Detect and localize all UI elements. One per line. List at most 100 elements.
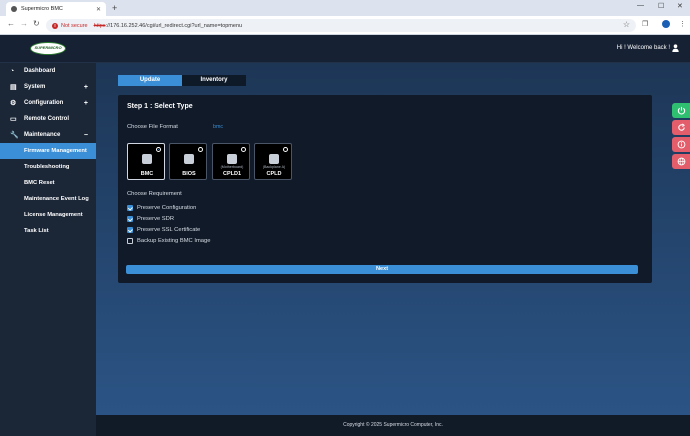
sidebar: ◔ Dashboard ▤ System + ⚙ Configuration +… — [0, 63, 96, 436]
sidebar-item-configuration[interactable]: ⚙ Configuration + — [0, 95, 96, 111]
firmware-type-cpld[interactable]: (Backplane A) CPLD — [254, 143, 292, 180]
speedometer-icon: ◔ — [10, 67, 15, 75]
welcome-text: Hi ! Welcome back ! — [616, 45, 670, 51]
profile-icon[interactable] — [662, 20, 670, 28]
firmware-type-label: BMC — [140, 171, 154, 177]
monitor-icon: ▭ — [10, 116, 17, 123]
info-icon — [677, 140, 685, 149]
sidebar-item-label: Maintenance — [24, 132, 61, 138]
sidebar-item-label: Dashboard — [24, 68, 56, 74]
radio-icon[interactable] — [283, 147, 288, 152]
firmware-type-cpld1[interactable]: (Motherboard) CPLD1 — [212, 143, 250, 180]
globe-button[interactable] — [672, 154, 690, 169]
url-scheme: https — [93, 22, 106, 29]
firmware-type-sub: (Motherboard) — [220, 165, 244, 169]
sidebar-item-remote-control[interactable]: ▭ Remote Control — [0, 111, 96, 127]
expand-icon[interactable]: + — [84, 100, 88, 107]
tab-update[interactable]: Update — [118, 75, 182, 86]
checkbox-label: Preserve SDR — [137, 216, 175, 222]
radio-icon[interactable] — [241, 147, 246, 152]
browser-tab[interactable]: Supermicro BMC ✕ — [6, 2, 106, 16]
chip-icon — [184, 154, 194, 164]
requirement-label: Choose Requirement — [127, 191, 182, 197]
checkbox-backup-existing-bmc-image[interactable]: Backup Existing BMC Image — [127, 238, 210, 244]
reload-icon[interactable]: ↻ — [33, 19, 40, 28]
checkbox-checked-icon[interactable] — [127, 227, 133, 233]
checkbox-label: Backup Existing BMC Image — [137, 238, 211, 244]
firmware-type-label: CPLD1 — [222, 171, 242, 177]
checkbox-checked-icon[interactable] — [127, 205, 133, 211]
sidebar-item-maintenance-event-log[interactable]: Maintenance Event Log — [0, 191, 96, 207]
close-tab-icon[interactable]: ✕ — [96, 6, 101, 13]
sidebar-item-license-management[interactable]: License Management — [0, 207, 96, 223]
sidebar-item-label: Remote Control — [24, 116, 69, 122]
sidebar-item-task-list[interactable]: Task List — [0, 223, 96, 239]
sidebar-item-maintenance[interactable]: 🔧 Maintenance − — [0, 127, 96, 143]
checkbox-preserve-ssl-certificate[interactable]: Preserve SSL Certificate — [127, 227, 200, 233]
next-button[interactable]: Next — [126, 265, 638, 274]
power-icon — [677, 106, 685, 115]
firmware-update-card: Step 1 : Select Type Choose File Format … — [118, 95, 652, 283]
not-secure-label: Not secure — [61, 22, 88, 29]
minimize-icon[interactable]: — — [637, 2, 644, 9]
extensions-icon[interactable]: ❐ — [642, 20, 648, 28]
sidebar-item-label: System — [24, 84, 46, 90]
user-icon[interactable] — [672, 44, 679, 52]
gear-icon: ⚙ — [10, 100, 17, 107]
checkbox-label: Preserve Configuration — [137, 205, 197, 211]
sidebar-item-troubleshooting[interactable]: Troubleshooting — [0, 159, 96, 175]
server-icon: ▤ — [10, 84, 17, 91]
refresh-button[interactable] — [672, 120, 690, 135]
supermicro-logo[interactable]: SUPERMICRO — [30, 42, 66, 55]
firmware-type-bios[interactable]: BIOS — [169, 143, 207, 180]
warning-icon: ! — [52, 22, 58, 29]
tab-bar: Update Inventory — [118, 75, 246, 86]
favicon-icon — [11, 6, 17, 12]
menu-kebab-icon[interactable]: ⋮ — [679, 20, 686, 28]
refresh-icon — [677, 123, 685, 131]
browser-tab-title: Supermicro BMC — [21, 6, 63, 12]
file-format-value: bmc — [213, 124, 224, 130]
checkbox-preserve-sdr[interactable]: Preserve SDR — [127, 216, 174, 222]
chip-icon — [269, 154, 279, 164]
collapse-icon[interactable]: − — [84, 132, 88, 139]
power-button[interactable] — [672, 103, 690, 118]
app-header: SUPERMICRO Hi ! Welcome back ! — [0, 35, 690, 63]
window-close-icon[interactable]: ✕ — [677, 2, 683, 10]
firmware-type-label: BIOS — [182, 171, 196, 177]
forward-icon[interactable]: → — [20, 19, 28, 28]
radio-icon[interactable] — [198, 147, 203, 152]
globe-icon — [677, 157, 685, 166]
checkbox-checked-icon[interactable] — [127, 216, 133, 222]
browser-tab-strip: Supermicro BMC ✕ + — ☐ ✕ — [0, 0, 690, 16]
new-tab-button[interactable]: + — [112, 3, 117, 13]
checkbox-preserve-configuration[interactable]: Preserve Configuration — [127, 205, 196, 211]
tab-inventory[interactable]: Inventory — [182, 75, 246, 86]
sidebar-item-label: Configuration — [24, 100, 64, 106]
step-title: Step 1 : Select Type — [127, 103, 193, 110]
sidebar-item-firmware-management[interactable]: Firmware Management — [0, 143, 96, 159]
file-format-label: Choose File Format — [127, 124, 178, 130]
chip-icon — [142, 154, 152, 164]
sidebar-item-bmc-reset[interactable]: BMC Reset — [0, 175, 96, 191]
maximize-icon[interactable]: ☐ — [658, 2, 664, 10]
expand-icon[interactable]: + — [84, 84, 88, 91]
firmware-type-bmc[interactable]: BMC — [127, 143, 165, 180]
footer-copyright: Copyright © 2025 Supermicro Computer, In… — [96, 415, 690, 436]
firmware-type-label: CPLD — [266, 171, 282, 177]
sidebar-item-dashboard[interactable]: ◔ Dashboard — [0, 63, 96, 79]
checkbox-label: Preserve SSL Certificate — [137, 227, 201, 233]
back-icon[interactable]: ← — [7, 19, 15, 28]
sidebar-item-system[interactable]: ▤ System + — [0, 79, 96, 95]
checkbox-unchecked-icon[interactable] — [127, 238, 133, 244]
main-content: Update Inventory Step 1 : Select Type Ch… — [96, 63, 690, 415]
info-button[interactable] — [672, 137, 690, 152]
browser-toolbar: ← → ↻ ! Not secure https ://176.16.252.4… — [0, 16, 690, 35]
wrench-icon: 🔧 — [10, 132, 19, 139]
chip-icon — [227, 154, 237, 164]
radio-icon[interactable] — [156, 147, 161, 152]
address-bar[interactable]: ! Not secure https ://176.16.252.46/cgi/… — [46, 19, 636, 32]
firmware-type-sub: (Backplane A) — [262, 165, 286, 169]
url-text: ://176.16.252.46/cgi/url_redirect.cgi?ur… — [105, 22, 243, 29]
bookmark-star-icon[interactable]: ☆ — [623, 20, 630, 29]
